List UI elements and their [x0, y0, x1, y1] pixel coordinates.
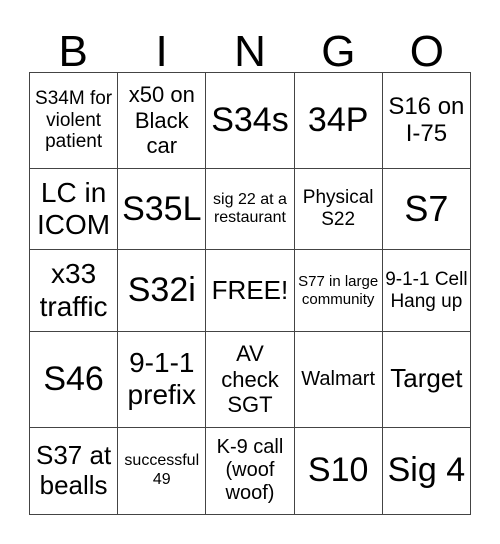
bingo-cell[interactable]: x50 on Black car [117, 72, 207, 169]
bingo-row: S34M for violent patient x50 on Black car… [28, 72, 472, 169]
bingo-cell[interactable]: 9-1-1 Cell Hang up [381, 249, 472, 332]
bingo-cell[interactable]: LC in ICOM [28, 167, 119, 251]
bingo-row: S46 9-1-1 prefix AV check SGT Walmart Target [28, 330, 472, 428]
header-letter: G [321, 27, 356, 76]
bingo-cell[interactable]: S46 [28, 330, 119, 428]
bingo-cell[interactable]: 34P [293, 72, 383, 169]
bingo-cell[interactable]: x33 traffic [28, 249, 119, 332]
bingo-cell[interactable]: Physical S22 [293, 167, 383, 251]
header-letter: I [155, 27, 168, 76]
bingo-cell[interactable]: S34s [205, 72, 295, 169]
bingo-row: LC in ICOM S35L sig 22 at a restaurant Phys… [28, 167, 472, 251]
bingo-cell[interactable]: Walmart [293, 330, 383, 428]
bingo-cell[interactable]: S37 at bealls [28, 426, 119, 516]
bingo-cell[interactable]: S77 in large community [293, 249, 383, 332]
bingo-cell[interactable]: successful 49 [117, 426, 207, 516]
bingo-grid: S34M for violent patient x50 on Black car… [28, 72, 472, 516]
bingo-cell[interactable]: FREE! [205, 249, 295, 332]
bingo-cell[interactable]: Sig 4 [381, 426, 472, 516]
bingo-cell[interactable]: S10 [293, 426, 383, 516]
bingo-row: S37 at bealls successful 49 K-9 call (woof… [28, 426, 472, 516]
bingo-cell[interactable]: S16 on I-75 [381, 72, 472, 169]
header-letter: N [234, 27, 266, 76]
header-letter: O [409, 27, 444, 76]
bingo-cell[interactable]: S7 [381, 167, 472, 251]
bingo-cell[interactable]: K-9 call (woof woof) [205, 426, 295, 516]
bingo-header: B I N G O [29, 28, 471, 76]
bingo-row: x33 traffic S32i FREE! S77 in large communi… [28, 249, 472, 332]
bingo-cell[interactable]: S32i [117, 249, 207, 332]
bingo-cell[interactable]: AV check SGT [205, 330, 295, 428]
bingo-cell[interactable]: S34M for violent patient [28, 72, 119, 169]
bingo-cell[interactable]: sig 22 at a restaurant [205, 167, 295, 251]
header-letter: B [58, 27, 88, 76]
bingo-cell[interactable]: 9-1-1 prefix [117, 330, 207, 428]
bingo-cell[interactable]: S35L [117, 167, 207, 251]
bingo-cell[interactable]: Target [381, 330, 472, 428]
